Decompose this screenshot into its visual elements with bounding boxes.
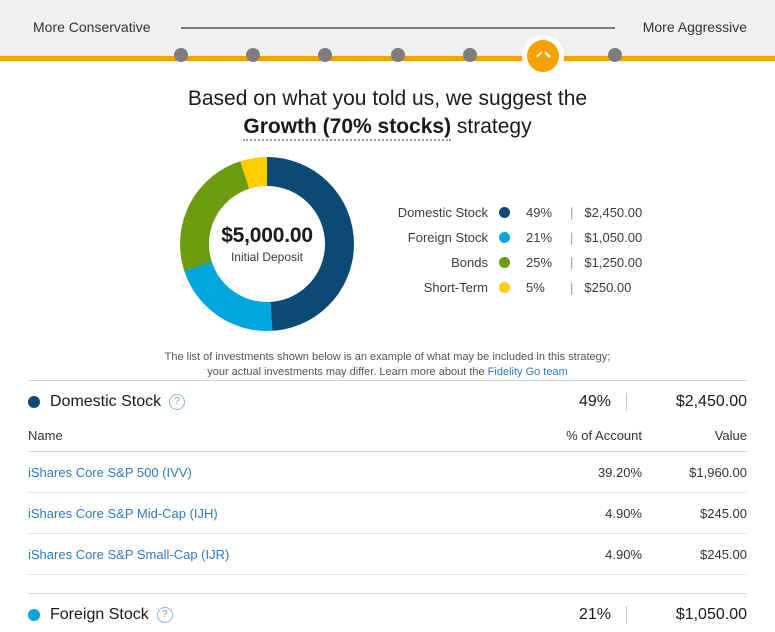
holding-value: $245.00 (642, 492, 747, 534)
risk-slider-step-4[interactable] (391, 48, 405, 62)
holding-percent: 39.20% (512, 451, 642, 493)
allocation-legend: Domestic Stock 49% | $2,450.00 Foreign Stock… (385, 200, 643, 300)
legend-label: Bonds (451, 255, 488, 270)
disclaimer-line-2: your actual investments may differ. Lear… (0, 365, 775, 380)
holding-percent: 4.90% (512, 492, 642, 534)
asset-class-color-dot-icon (28, 609, 40, 621)
asset-class-header: Foreign Stock? 21% $1,050.00 (28, 593, 747, 632)
legend-color-swatch-icon (499, 232, 510, 243)
column-header-value: Value (642, 419, 747, 452)
holding-value: $245.00 (642, 533, 747, 575)
legend-separator: | (570, 230, 574, 245)
asset-class-value: $2,450.00 (626, 393, 747, 411)
fidelity-go-team-link[interactable]: Fidelity Go team (488, 366, 568, 378)
legend-row: Foreign Stock 21% | $1,050.00 (385, 225, 642, 250)
slider-label-aggressive: More Aggressive (642, 19, 747, 35)
asset-class-name: Domestic Stock (50, 393, 162, 410)
allocation-donut-chart: $5,000.00 Initial Deposit (180, 157, 354, 331)
page-title: Based on what you told us, we suggest th… (0, 85, 775, 141)
risk-slider-track[interactable] (174, 27, 622, 77)
column-header-percent: % of Account (512, 419, 642, 452)
risk-slider-step-7[interactable] (608, 48, 622, 62)
legend-amount: $1,250.00 (584, 255, 643, 270)
legend-percent: 5% (526, 280, 545, 295)
table-row: iShares Core S&P Mid-Cap (IJH) 4.90% $245.… (28, 492, 747, 534)
asset-class-percent: 49% (578, 393, 611, 410)
headline-line-2: Growth (70% stocks) strategy (0, 113, 775, 141)
legend-separator: | (570, 255, 574, 270)
risk-slider-step-2[interactable] (246, 48, 260, 62)
asset-class-color-dot-icon (28, 396, 40, 408)
slider-label-conservative: More Conservative (33, 19, 151, 35)
asset-class-value: $1,050.00 (626, 606, 747, 624)
column-header-name: Name (28, 419, 512, 452)
strategy-suffix: strategy (451, 115, 532, 138)
table-row: iShares Core S&P 500 (IVV) 39.20% $1,960.0… (28, 451, 747, 493)
asset-class-section: Domestic Stock? 49% $2,450.00 Name% of Acco… (0, 380, 775, 593)
allocation-overview: $5,000.00 Initial Deposit Domestic Stock… (0, 157, 775, 352)
legend-row: Short-Term 5% | $250.00 (385, 275, 642, 300)
initial-deposit-caption: Initial Deposit (230, 250, 304, 264)
legend-amount: $2,450.00 (584, 205, 643, 220)
initial-deposit-amount: $5,000.00 (221, 224, 313, 247)
asset-class-percent: 21% (578, 606, 611, 623)
legend-color-swatch-icon (499, 207, 510, 218)
table-row: iShares Core S&P Small-Cap (IJR) 4.90% $24… (28, 533, 747, 575)
asset-class-name: Foreign Stock (50, 606, 149, 623)
holdings-table: Name% of Account Value iShares Core S&P 50… (28, 419, 747, 575)
holding-value: $1,960.00 (642, 451, 747, 493)
legend-amount: $1,050.00 (584, 230, 643, 245)
holding-percent: 4.90% (512, 533, 642, 575)
legend-percent: 49% (526, 205, 553, 220)
question-mark-icon[interactable]: ? (169, 394, 186, 410)
disclaimer: The list of investments shown below is a… (0, 350, 775, 380)
question-mark-icon[interactable]: ? (156, 607, 173, 623)
legend-color-swatch-icon (499, 257, 510, 268)
legend-separator: | (570, 280, 574, 295)
risk-slider-step-3[interactable] (318, 48, 332, 62)
legend-percent: 25% (526, 255, 553, 270)
legend-amount: $250.00 (584, 280, 632, 295)
legend-color-swatch-icon (499, 282, 510, 293)
legend-row: Domestic Stock 49% | $2,450.00 (385, 200, 643, 225)
legend-label: Short-Term (423, 280, 488, 295)
legend-row: Bonds 25% | $1,250.00 (385, 250, 642, 275)
asset-class-section: Foreign Stock? 21% $1,050.00 (0, 593, 775, 632)
holding-name-link[interactable]: iShares Core S&P Mid-Cap (IJH) (28, 492, 512, 534)
donut-center: $5,000.00 Initial Deposit (209, 186, 325, 302)
holding-name-link[interactable]: iShares Core S&P 500 (IVV) (28, 451, 512, 493)
headline-line-1: Based on what you told us, we suggest th… (187, 87, 588, 110)
legend-separator: | (570, 205, 574, 220)
disclaimer-line-2-text: your actual investments may differ. Lear… (207, 366, 488, 378)
risk-slider-step-1[interactable] (174, 48, 188, 62)
asset-class-header: Domestic Stock? 49% $2,450.00 (28, 380, 747, 419)
holding-name-link[interactable]: iShares Core S&P Small-Cap (IJR) (28, 533, 512, 575)
legend-label: Foreign Stock (407, 230, 488, 245)
legend-percent: 21% (526, 230, 553, 245)
risk-slider-step-5[interactable] (463, 48, 477, 62)
strategy-name[interactable]: Growth (70% stocks) (243, 115, 452, 141)
table-header-row: Name% of Account Value (28, 419, 747, 452)
legend-label: Domestic Stock (397, 205, 488, 220)
risk-slider-band: More Conservative More Aggressive (0, 0, 775, 77)
disclaimer-line-1: The list of investments shown below is a… (164, 351, 611, 363)
selected-step-caret-icon (534, 52, 552, 61)
holdings-sections: Domestic Stock? 49% $2,450.00 Name% of Acco… (0, 380, 775, 632)
